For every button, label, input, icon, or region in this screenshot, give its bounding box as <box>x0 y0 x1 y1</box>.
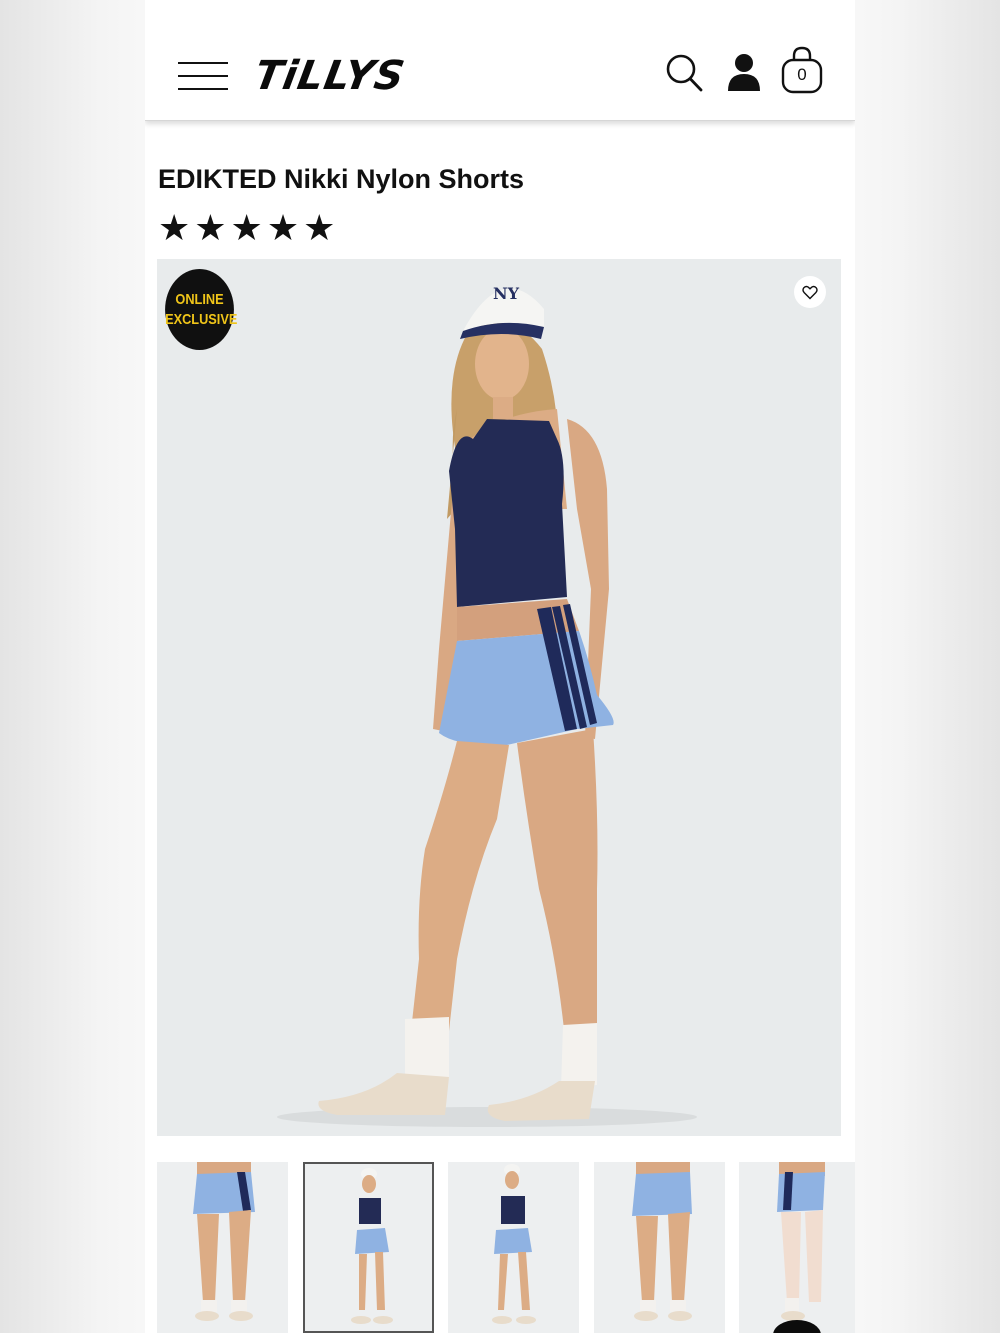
badge-line-2: EXCLUSIVE <box>165 310 238 328</box>
shopping-bag-icon[interactable]: 0 <box>781 46 823 94</box>
thumbnail-3[interactable] <box>448 1162 579 1333</box>
search-icon[interactable] <box>665 52 705 94</box>
phone-viewport: TiLLYS 0 EDIKTED Nikki Nylon Shorts ★★★★… <box>145 0 855 1333</box>
thumbnail-2[interactable] <box>303 1162 434 1333</box>
thumbnail-5[interactable] <box>739 1162 855 1333</box>
rating-stars[interactable]: ★★★★★ <box>158 210 339 246</box>
hamburger-menu-icon[interactable] <box>178 62 228 92</box>
product-title: EDIKTED Nikki Nylon Shorts <box>158 164 525 194</box>
cart-count: 0 <box>797 65 807 84</box>
online-exclusive-badge: ONLINE EXCLUSIVE <box>165 269 238 350</box>
site-header: TiLLYS 0 <box>145 0 855 121</box>
thumbnail-4[interactable] <box>594 1162 725 1333</box>
thumbnail-strip <box>157 1162 855 1333</box>
model-photo: NY <box>277 284 697 1127</box>
thumbnail-1[interactable] <box>157 1162 288 1333</box>
product-main-image[interactable]: NY ONLINE EXCLUSIVE <box>157 259 841 1136</box>
user-account-icon[interactable] <box>726 52 762 92</box>
wishlist-button[interactable] <box>794 276 826 308</box>
svg-text:NY: NY <box>493 284 520 303</box>
heart-icon <box>802 285 818 299</box>
tillys-logo[interactable]: TiLLYS <box>251 53 409 99</box>
badge-line-1: ONLINE <box>175 290 224 308</box>
